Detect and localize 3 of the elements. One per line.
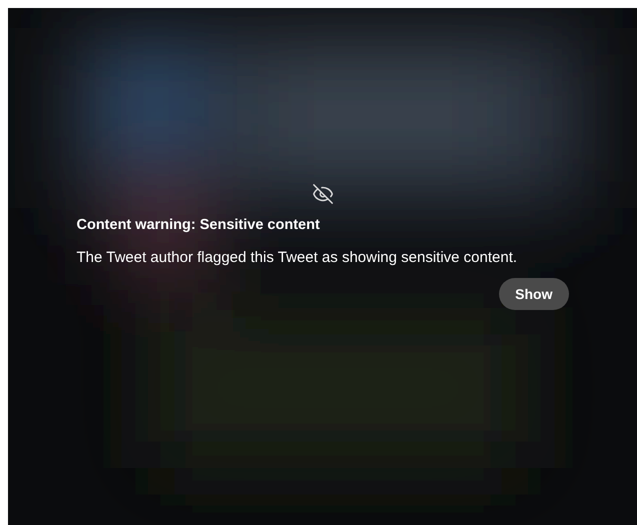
show-button[interactable]: Show: [499, 278, 568, 310]
warning-title: Content warning: Sensitive content: [76, 217, 321, 233]
warning-message: The Tweet author flagged this Tweet as showing sensitive content.: [76, 249, 518, 266]
